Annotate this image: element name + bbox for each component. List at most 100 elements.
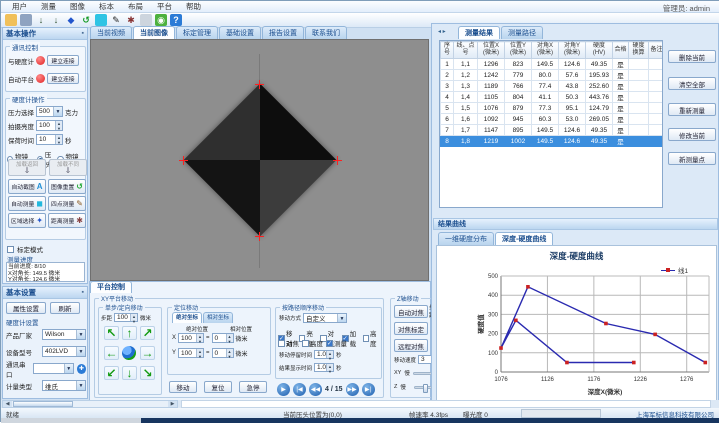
path-option-高度[interactable]: 高度 xyxy=(362,328,381,348)
menu-item-用户[interactable]: 用户 xyxy=(5,1,34,12)
区域选择-button[interactable]: 区域选择 ✦ xyxy=(8,213,46,228)
vertex-marker-top[interactable] xyxy=(255,80,264,89)
自动测量-button[interactable]: 自动测量 ◼ xyxy=(8,196,46,211)
move-down-right-button[interactable]: ↘ xyxy=(140,366,155,380)
setting-select-产品厂家[interactable]: Wilson ▼ xyxy=(42,329,86,340)
复位-button[interactable]: 复位 xyxy=(204,381,232,393)
xyz-ball-control[interactable] xyxy=(122,346,136,360)
对焦标定-button[interactable]: 对焦标定 xyxy=(394,322,428,335)
load-button-加载不同[interactable]: 加载不同 ⇓ xyxy=(49,159,87,176)
清空全部-button[interactable]: 清空全部 xyxy=(668,77,716,90)
table-row[interactable]: 3 1,3 1189 766 77.4 43.8 252.60 是 xyxy=(440,80,662,92)
connect-button[interactable]: 建立连接 xyxy=(47,55,79,66)
checkbox-icon[interactable] xyxy=(278,339,285,347)
dwell-time-spinner[interactable]: 1.0 ▲ ▼ xyxy=(314,350,335,361)
next-button[interactable]: ▶▶ xyxy=(345,383,359,396)
move-mode-select[interactable]: 自定义 ▼ xyxy=(303,313,348,323)
重新测量-button[interactable]: 重新测量 xyxy=(668,103,716,116)
table-row[interactable]: 4 1,4 1105 804 41.1 50.3 443.76 是 xyxy=(440,91,662,103)
calibration-checkbox[interactable] xyxy=(7,245,14,253)
menu-item-测量[interactable]: 测量 xyxy=(34,1,63,12)
property-settings-button[interactable]: 属性设置 xyxy=(6,302,46,314)
chat-icon[interactable]: ✚ xyxy=(76,363,86,374)
tab-绝对坐标[interactable]: 绝对坐标 xyxy=(172,312,203,323)
tab-当前视频[interactable]: 当前视频 xyxy=(90,26,132,39)
menu-item-标本[interactable]: 标本 xyxy=(92,1,121,12)
checkbox-icon[interactable] xyxy=(302,339,309,347)
vertex-marker-bottom[interactable] xyxy=(255,232,264,241)
y-abs-spinner[interactable]: 100 ▲ ▼ xyxy=(178,348,205,359)
pin-icon[interactable]: ▪ xyxy=(82,28,84,39)
load-button-加载返回[interactable]: 加载返回 ⇓ xyxy=(8,159,46,176)
microscope-image[interactable] xyxy=(90,39,429,281)
tab-一维硬度分布[interactable]: 一维硬度分布 xyxy=(438,232,494,245)
table-row[interactable]: 2 1,2 1242 779 80.0 57.6 195.93 是 xyxy=(440,69,662,81)
prev-button[interactable]: ◀◀ xyxy=(309,383,322,396)
move-right-button[interactable]: → xyxy=(140,346,155,360)
修改当前-button[interactable]: 修改当前 xyxy=(668,128,716,141)
自动截图-button[interactable]: 自动截图 A xyxy=(8,179,46,194)
tab-测量结果[interactable]: 测量结果 xyxy=(458,26,500,39)
move-up-button[interactable]: ↑ xyxy=(122,326,137,340)
menu-item-帮助[interactable]: 帮助 xyxy=(179,1,208,12)
open-folder-icon[interactable] xyxy=(5,14,17,26)
refresh-button[interactable]: 刷新 xyxy=(50,302,80,314)
move-down-left-button[interactable]: ↙ xyxy=(104,366,119,380)
新测量点-button[interactable]: 新测量点 xyxy=(668,152,716,165)
删除当前-button[interactable]: 删除当前 xyxy=(668,50,716,63)
tab-scroll-arrows[interactable]: ◂ ▸ xyxy=(438,28,446,35)
vertex-marker-left[interactable] xyxy=(179,156,188,165)
table-row[interactable]: 6 1,6 1092 945 60.3 53.0 269.05 是 xyxy=(440,113,662,125)
远程对焦-button[interactable]: 远程对焦 xyxy=(394,339,428,352)
tab-报告设置[interactable]: 报告设置 xyxy=(262,26,304,39)
table-row[interactable]: 1 1,1 1296 823 149.5 124.6 49.35 是 xyxy=(440,58,662,70)
path-option-对焦[interactable]: 对焦 xyxy=(278,338,299,348)
move-up-left-button[interactable]: ↖ xyxy=(104,326,119,340)
tab-基础设置[interactable]: 基础设置 xyxy=(219,26,261,39)
path-option-高度[interactable]: 高度 xyxy=(302,338,323,348)
setting-select-设备型号[interactable]: 402LVD ▼ xyxy=(42,346,86,357)
move-down-button[interactable]: ↓ xyxy=(122,366,137,380)
checkbox-icon[interactable]: ✓ xyxy=(326,339,333,347)
platform-control-tab[interactable]: 平台控制 xyxy=(90,281,132,293)
checkbox-icon[interactable] xyxy=(362,334,370,342)
setting-select-计量类型[interactable]: 维氏 ▼ xyxy=(42,380,86,391)
move-up-right-button[interactable]: ↗ xyxy=(140,326,155,340)
path-option-测量[interactable]: ✓ 测量 xyxy=(326,338,347,348)
tab-联系我们[interactable]: 联系我们 xyxy=(305,26,347,39)
table-row[interactable]: 8 1,8 1219 1002 149.5 124.6 49.35 是 xyxy=(440,135,662,147)
tab-深度-硬度曲线[interactable]: 深度-硬度曲线 xyxy=(495,232,554,245)
tab-测量路径[interactable]: 测量路径 xyxy=(501,26,543,39)
x-rel-spinner[interactable]: 0 ▲ ▼ xyxy=(211,333,234,344)
pin-icon[interactable]: ▪ xyxy=(82,287,84,298)
brightness-spinner[interactable]: 100 ▲ ▼ xyxy=(36,120,63,131)
tab-相对坐标[interactable]: 相对坐标 xyxy=(203,312,234,323)
距离测量-button[interactable]: 距离测量 ✱ xyxy=(48,213,86,228)
tab-标定管理[interactable]: 标定管理 xyxy=(176,26,218,39)
display-time-spinner[interactable]: 1.0 ▲ ▼ xyxy=(314,363,335,374)
last-button[interactable]: ▶| xyxy=(361,383,375,396)
tab-当前图像[interactable]: 当前图像 xyxy=(133,26,175,39)
自动对焦-button[interactable]: 自动对焦 xyxy=(394,305,428,318)
save-icon[interactable] xyxy=(20,14,32,26)
export-icon[interactable]: ↓ xyxy=(50,14,62,26)
measurement-progress-box[interactable]: 当前进度: 8/10X对角长: 149.5 微米Y对角长: 124.6 微米维氏… xyxy=(6,262,85,282)
table-row[interactable]: 5 1,5 1076 879 77.3 95.1 124.79 是 xyxy=(440,102,662,114)
menu-item-图像[interactable]: 图像 xyxy=(63,1,92,12)
四点测量-button[interactable]: 四点测量 ✎ xyxy=(48,196,86,211)
menu-item-布局[interactable]: 布局 xyxy=(121,1,150,12)
y-rel-spinner[interactable]: 0 ▲ ▼ xyxy=(211,348,234,359)
first-button[interactable]: |◀ xyxy=(293,383,306,396)
navigate-icon[interactable]: ◆ xyxy=(65,14,77,26)
horizontal-scrollbar[interactable]: ◀ ▶ xyxy=(2,400,178,408)
pressure-select[interactable]: 500 ▼ xyxy=(36,106,63,117)
import-icon[interactable]: ↓ xyxy=(35,14,47,26)
hold-time-spinner[interactable]: 10 ▲ ▼ xyxy=(36,134,63,145)
急停-button[interactable]: 急停 xyxy=(239,381,267,393)
x-abs-spinner[interactable]: 100 ▲ ▼ xyxy=(178,333,205,344)
play-button[interactable]: ▶ xyxy=(277,383,290,396)
table-row[interactable]: 7 1,7 1147 895 149.5 124.6 49.35 是 xyxy=(440,124,662,136)
移动-button[interactable]: 移动 xyxy=(169,381,197,393)
vertex-marker-right[interactable] xyxy=(333,156,342,165)
menu-item-平台[interactable]: 平台 xyxy=(150,1,179,12)
